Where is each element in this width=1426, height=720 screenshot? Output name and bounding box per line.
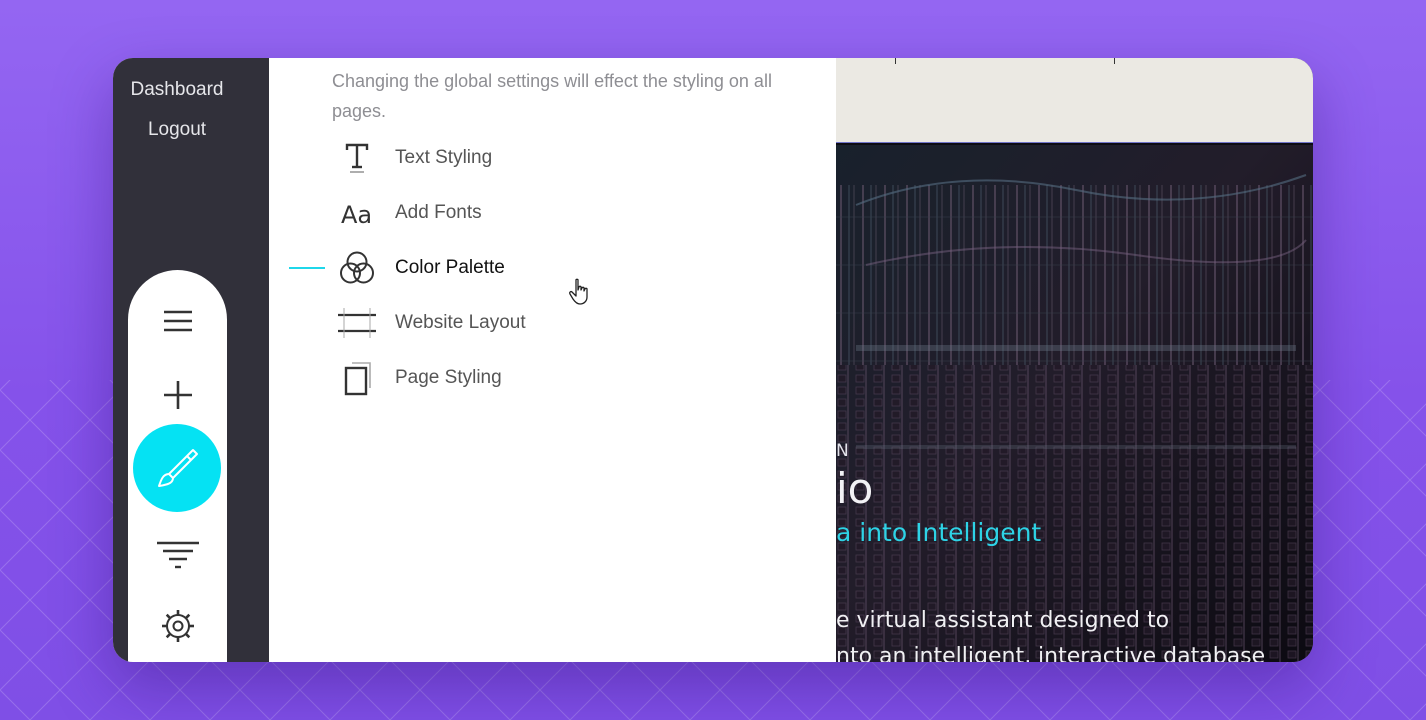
- menu-item-add-fonts[interactable]: Aa Add Fonts: [289, 193, 769, 233]
- hero-body-line-1: e virtual assistant designed to: [836, 608, 1170, 633]
- menu-item-color-palette[interactable]: Color Palette: [289, 248, 769, 288]
- global-settings-panel: Changing the global settings will effect…: [269, 58, 836, 662]
- panel-description: Changing the global settings will effect…: [332, 71, 772, 121]
- app-window: Dashboard Logout Changing the global set…: [113, 58, 1313, 662]
- tool-dock: [128, 270, 227, 662]
- nav-divider: [895, 58, 896, 64]
- filter-icon: [156, 541, 199, 569]
- menu-item-label: Page Styling: [395, 367, 502, 388]
- paintbrush-icon: [158, 449, 198, 487]
- website-preview: N io a into Intelligent e virtual assist…: [836, 58, 1313, 662]
- logout-link[interactable]: Logout: [113, 119, 241, 141]
- menu-item-label: Website Layout: [395, 312, 526, 333]
- plus-icon: [163, 381, 192, 409]
- active-indicator: [289, 212, 325, 214]
- dashboard-link[interactable]: Dashboard: [113, 79, 241, 101]
- settings-button[interactable]: [128, 596, 227, 656]
- design-button[interactable]: [133, 424, 221, 512]
- hero-title: io: [836, 464, 874, 513]
- menu-item-text-styling[interactable]: Text Styling: [289, 138, 769, 178]
- pointer-cursor-icon: [569, 278, 588, 305]
- active-indicator: [289, 377, 325, 379]
- text-icon: [337, 141, 377, 175]
- preview-navbar: [836, 58, 1313, 143]
- hero-image: [836, 145, 1313, 662]
- hamburger-icon: [163, 310, 192, 332]
- svg-text:Aa: Aa: [341, 201, 372, 227]
- menu-item-label: Text Styling: [395, 147, 493, 168]
- color-palette-icon: [337, 251, 377, 285]
- menu-button[interactable]: [128, 291, 227, 351]
- sidebar: Dashboard Logout: [113, 58, 269, 662]
- menu-item-label: Color Palette: [395, 257, 505, 278]
- nav-divider: [1114, 58, 1115, 64]
- page-icon: [337, 361, 377, 396]
- fonts-icon: Aa: [337, 196, 377, 230]
- menu-item-website-layout[interactable]: Website Layout: [289, 303, 769, 343]
- hero-body-line-2: nto an intelligent, interactive database: [836, 644, 1266, 662]
- active-indicator: [289, 157, 325, 159]
- hero-subtitle: a into Intelligent: [836, 518, 1042, 547]
- menu-item-label: Add Fonts: [395, 202, 482, 223]
- gear-icon: [161, 610, 194, 642]
- hero-eyebrow: N: [836, 441, 849, 461]
- active-indicator: [289, 267, 325, 269]
- filter-button[interactable]: [128, 526, 227, 586]
- layout-icon: [337, 306, 377, 340]
- menu-item-page-styling[interactable]: Page Styling: [289, 358, 769, 398]
- active-indicator: [289, 322, 325, 324]
- add-button[interactable]: [128, 365, 227, 425]
